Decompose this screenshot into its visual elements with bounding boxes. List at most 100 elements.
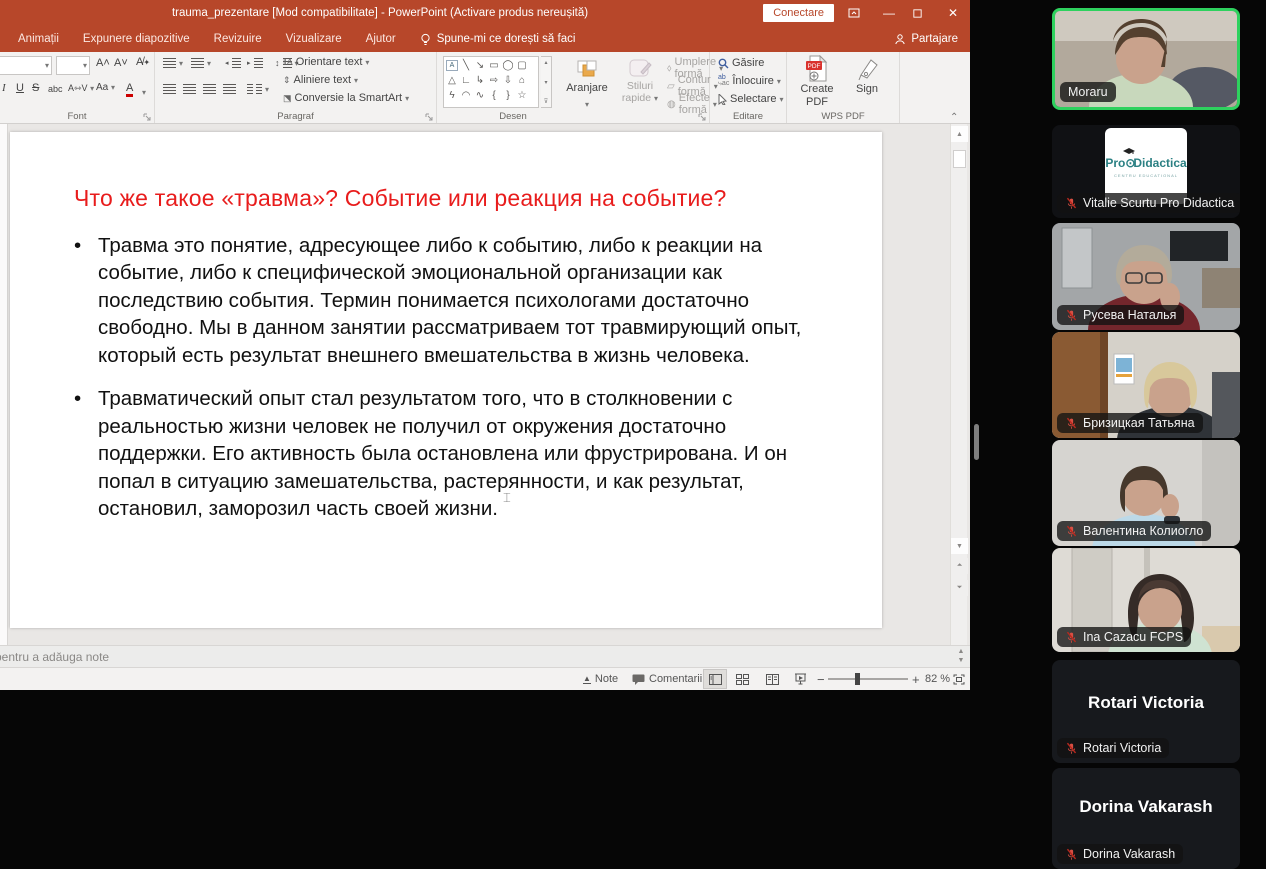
text-shadow-icon[interactable]: abc <box>48 84 63 94</box>
scrollbar-thumb[interactable] <box>953 150 966 168</box>
ribbon-display-options-icon[interactable] <box>848 7 866 19</box>
tab-vizualizare[interactable]: Vizualizare <box>286 33 342 45</box>
shape-brace-left-icon[interactable]: { <box>487 88 501 103</box>
tab-revizuire[interactable]: Revizuire <box>214 33 262 45</box>
participant-tile-ina-cazacu[interactable]: Ina Cazacu FCPS <box>1052 548 1240 652</box>
notes-area[interactable]: pentru a adăuga note ▲▼ <box>0 645 970 667</box>
italic-icon[interactable]: I <box>2 82 6 94</box>
shape-right-arrow-icon[interactable]: ⇨ <box>487 73 501 88</box>
font-name-dropdown[interactable]: ▾ <box>0 56 52 75</box>
minimize-button[interactable]: — <box>880 6 898 20</box>
shape-freeform-icon[interactable]: ϟ <box>445 88 459 103</box>
zoom-out-button[interactable]: − <box>817 668 825 690</box>
convert-smartart-button[interactable]: ⬔Conversie la SmartArt▾ <box>283 92 409 104</box>
arrange-button[interactable]: Aranjare ▾ <box>561 58 613 112</box>
shape-down-arrow-icon[interactable]: ⇩ <box>501 73 515 88</box>
text-orientation-button[interactable]: ‖AOrientare text▾ <box>283 56 369 68</box>
grow-font-icon[interactable]: A˄ <box>96 57 110 69</box>
normal-view-button[interactable] <box>703 669 727 689</box>
desen-dialog-launcher-icon[interactable] <box>698 113 706 121</box>
connect-button[interactable]: Conectare <box>763 4 834 22</box>
tab-ajutor[interactable]: Ajutor <box>366 33 396 45</box>
participant-tile-moraru[interactable]: Moraru <box>1052 8 1240 110</box>
zoom-level[interactable]: 82 % <box>925 668 950 690</box>
shape-elbow-icon[interactable]: ∟ <box>459 73 473 88</box>
numbering-icon[interactable]: ▾ <box>191 58 211 68</box>
columns-icon[interactable]: ▾ <box>247 84 269 94</box>
participant-tile-dorina-vakarash[interactable]: Dorina Vakarash Dorina Vakarash <box>1052 768 1240 869</box>
zoom-slider-thumb[interactable] <box>855 673 860 685</box>
participant-tile-ruseva[interactable]: Русева Наталья <box>1052 223 1240 330</box>
shape-triangle-icon[interactable]: △ <box>445 73 459 88</box>
align-left-icon[interactable] <box>163 84 176 94</box>
panel-resize-handle[interactable] <box>974 424 979 460</box>
justify-icon[interactable] <box>223 84 236 94</box>
sign-button[interactable]: Sign <box>847 55 887 96</box>
participant-name-label: Русева Наталья <box>1057 305 1184 325</box>
strikethrough-icon[interactable]: S <box>32 82 39 94</box>
create-pdf-button[interactable]: PDF Create PDF <box>793 55 841 109</box>
shapes-gallery[interactable]: A╲↘▭◯▢ △∟↳⇨⇩⌂ ϟ◠∿{}☆ <box>443 56 539 108</box>
slide-canvas[interactable]: Что же такое «травма»? Событие или реакц… <box>10 132 882 628</box>
font-dialog-launcher-icon[interactable] <box>143 113 151 121</box>
shrink-font-icon[interactable]: A˅ <box>114 57 128 69</box>
participant-tile-rotari-victoria[interactable]: Rotari Victoria Rotari Victoria <box>1052 660 1240 763</box>
shape-elbow-arrow-icon[interactable]: ↳ <box>473 73 487 88</box>
collapse-ribbon-icon[interactable]: ⌃ <box>950 112 958 123</box>
close-button[interactable]: ✕ <box>944 6 962 20</box>
scroll-up-icon[interactable]: ▲ <box>951 126 968 142</box>
shape-curve-icon[interactable]: ∿ <box>473 88 487 103</box>
slideshow-button[interactable] <box>794 668 807 690</box>
shape-rectangle-icon[interactable]: ▭ <box>487 58 501 73</box>
participant-tile-valentina[interactable]: Валентина Колиогло <box>1052 440 1240 546</box>
shape-brace-right-icon[interactable]: } <box>501 88 515 103</box>
shape-line-icon[interactable]: ╲ <box>459 58 473 73</box>
comments-button[interactable]: Comentarii <box>632 668 702 690</box>
next-slide-icon[interactable]: ⏷ <box>951 580 968 596</box>
increase-indent-icon[interactable]: ▸ <box>247 58 263 68</box>
replace-button[interactable]: ab⤷ac Înlocuire ▾ <box>718 75 781 87</box>
participant-name-label: Валентина Колиогло <box>1057 521 1211 541</box>
decrease-indent-icon[interactable]: ◂ <box>225 58 241 68</box>
change-case-icon[interactable]: Aa ▾ <box>96 82 115 93</box>
participant-tile-vitalie-scurtu[interactable]: Pro⊙Didactica CENTRU EDUCATIONAL Vitalie… <box>1052 125 1240 218</box>
restore-button[interactable] <box>912 8 930 19</box>
tab-animatii[interactable]: Animații <box>18 33 59 45</box>
shapes-gallery-scroll[interactable]: ▴▾⊽ <box>541 56 552 108</box>
slide-sorter-button[interactable] <box>736 668 749 690</box>
align-text-button[interactable]: ⇕Aliniere text▾ <box>283 74 358 86</box>
share-button[interactable]: Partajare <box>894 26 958 52</box>
bullets-icon[interactable]: ▾ <box>163 58 183 68</box>
fit-to-window-button[interactable] <box>953 668 965 690</box>
scroll-down-icon[interactable]: ▼ <box>951 538 968 554</box>
shape-oval-icon[interactable]: ◯ <box>501 58 515 73</box>
align-center-icon[interactable] <box>183 84 196 94</box>
shape-rounded-rect-icon[interactable]: ▢ <box>515 58 529 73</box>
shape-arrow-icon[interactable]: ↘ <box>473 58 487 73</box>
zoom-slider-track[interactable] <box>828 678 908 680</box>
zoom-in-button[interactable]: + <box>912 668 920 690</box>
reading-view-button[interactable] <box>766 668 779 690</box>
notes-toggle-button[interactable]: ▲Note <box>583 668 618 690</box>
character-spacing-icon[interactable]: A⇿V ▾ <box>68 83 94 94</box>
align-right-icon[interactable] <box>203 84 216 94</box>
participant-tile-brizitskaya[interactable]: Бризицкая Татьяна <box>1052 332 1240 438</box>
notes-scroll-icons[interactable]: ▲▼ <box>954 647 968 665</box>
underline-icon[interactable]: U <box>16 82 24 94</box>
tell-me-box[interactable]: Spune-mi ce dorești să faci <box>420 33 576 46</box>
select-button[interactable]: Selectare ▾ <box>718 93 784 105</box>
font-size-dropdown[interactable]: ▾ <box>56 56 90 75</box>
font-color-icon[interactable]: A <box>126 82 133 97</box>
slide-thumbnails-panel[interactable] <box>0 124 8 645</box>
clear-formatting-icon[interactable]: A̸✦ <box>136 56 150 68</box>
tab-expunere-diapozitive[interactable]: Expunere diapozitive <box>83 33 190 45</box>
find-button[interactable]: Găsire <box>718 57 764 69</box>
vertical-scrollbar[interactable]: ▲ ▼ ⏶ ⏷ <box>950 124 967 645</box>
previous-slide-icon[interactable]: ⏶ <box>951 558 968 574</box>
shape-textbox-icon[interactable]: A <box>446 60 458 71</box>
font-color-arrow[interactable]: ▾ <box>142 82 146 100</box>
shape-star-icon[interactable]: ☆ <box>515 88 529 103</box>
shape-corner-icon[interactable]: ⌂ <box>515 73 529 88</box>
quick-styles-button[interactable]: Stiluri rapide ▾ <box>617 58 663 104</box>
shape-arc-icon[interactable]: ◠ <box>459 88 473 103</box>
